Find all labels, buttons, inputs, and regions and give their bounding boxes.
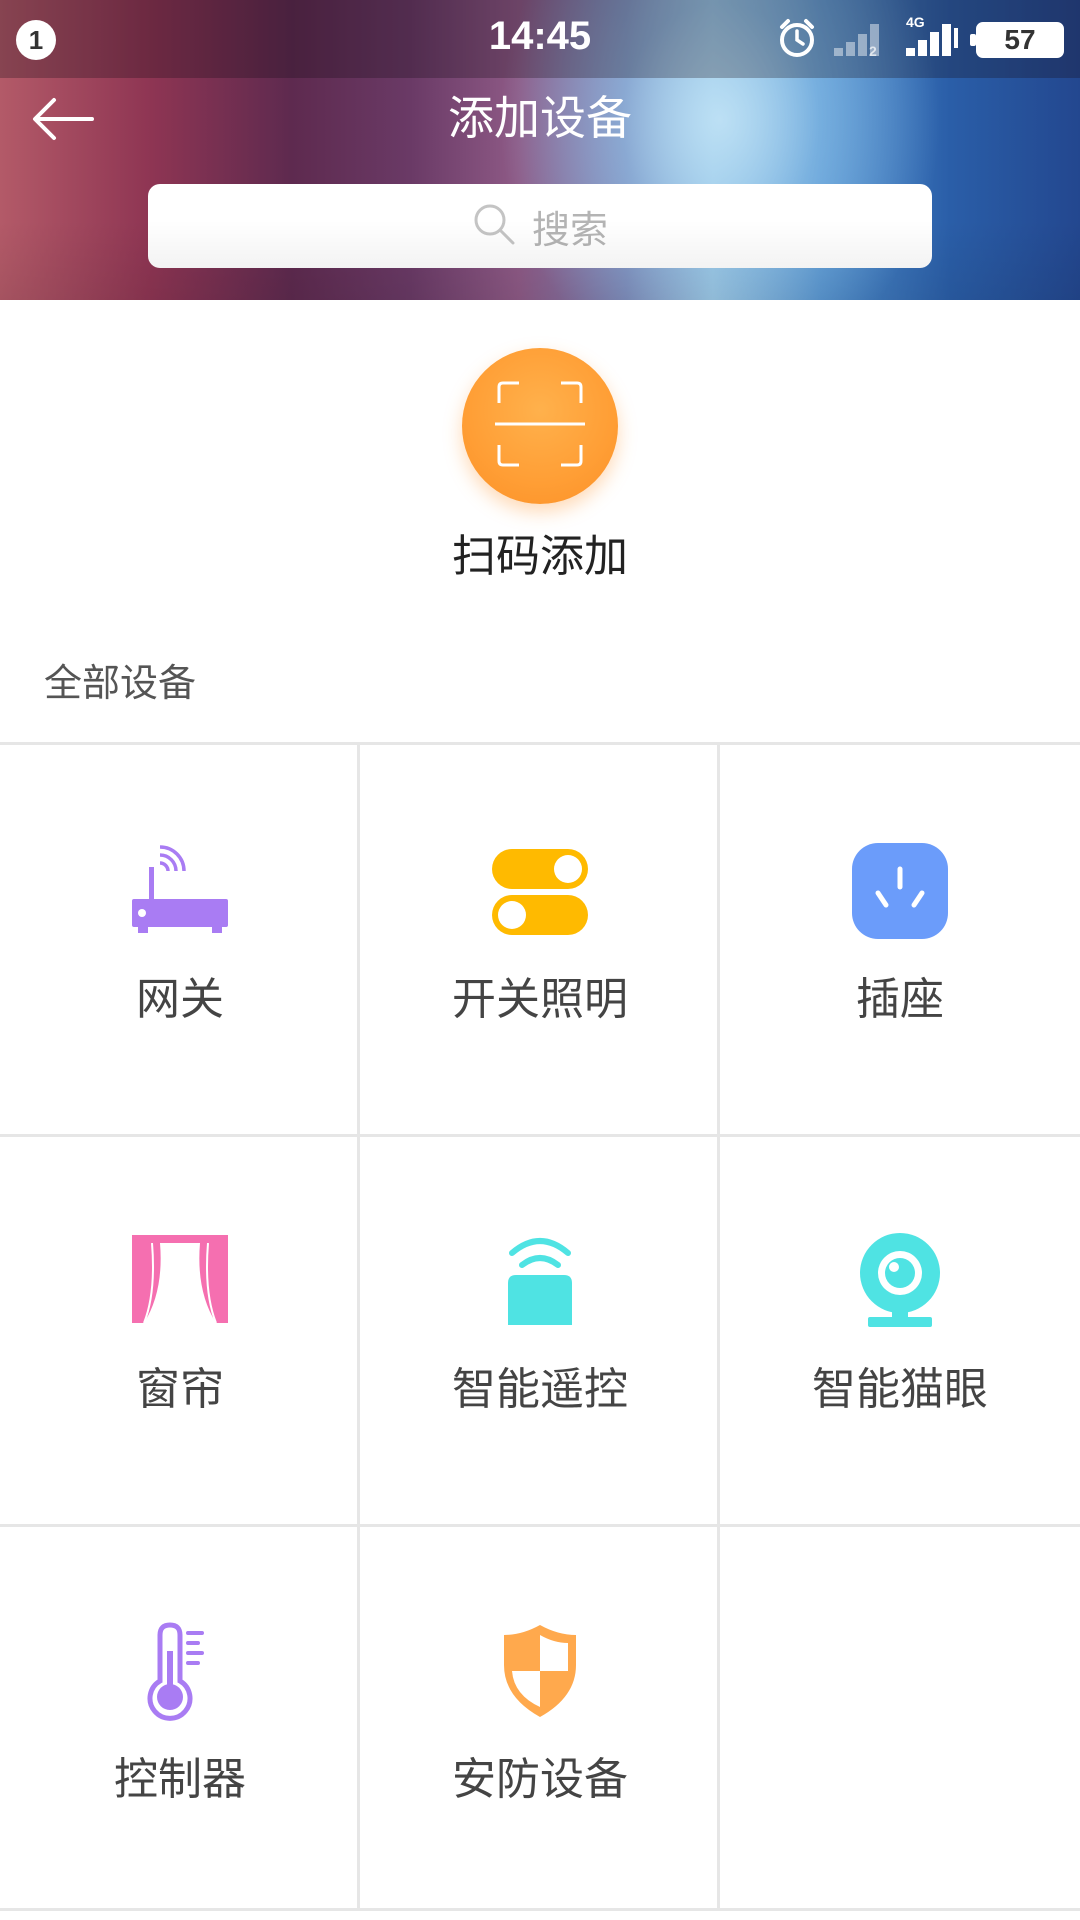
device-label: 智能猫眼	[812, 1364, 988, 1415]
webcam-icon	[850, 1231, 950, 1331]
scan-add-button[interactable]	[462, 348, 618, 504]
device-label: 安防设备	[452, 1754, 628, 1805]
thermometer-icon	[130, 1621, 230, 1721]
device-label: 控制器	[114, 1754, 246, 1805]
curtain-icon	[130, 1231, 230, 1331]
remote-control-icon	[490, 1231, 590, 1331]
device-security[interactable]: 安防设备	[360, 1525, 720, 1915]
alarm-icon	[776, 17, 818, 63]
shield-icon	[490, 1621, 590, 1721]
device-controller[interactable]: 控制器	[0, 1525, 360, 1915]
svg-text:2: 2	[869, 43, 877, 58]
router-icon	[130, 841, 230, 941]
battery-icon: 57	[970, 22, 1064, 58]
device-label: 网关	[136, 974, 224, 1025]
search-input[interactable]: 搜索	[148, 184, 932, 268]
socket-icon	[850, 841, 950, 941]
signal-sim2-icon: 2	[832, 18, 890, 62]
status-bar: 1 14:45 2 4G 57	[0, 0, 1080, 78]
device-label: 开关照明	[452, 974, 628, 1025]
signal-4g-icon: 4G	[904, 14, 962, 62]
scan-icon	[495, 379, 585, 473]
toggle-switch-icon	[490, 841, 590, 941]
network-type-label: 4G	[906, 14, 925, 30]
device-label: 窗帘	[136, 1364, 224, 1415]
device-switch-lighting[interactable]: 开关照明	[360, 745, 720, 1135]
device-curtain[interactable]: 窗帘	[0, 1135, 360, 1525]
device-smart-peephole[interactable]: 智能猫眼	[720, 1135, 1080, 1525]
scan-add-label[interactable]: 扫码添加	[0, 520, 1080, 584]
search-placeholder: 搜索	[531, 207, 608, 252]
device-socket[interactable]: 插座	[720, 745, 1080, 1135]
page-title: 添加设备	[448, 91, 632, 145]
device-gateway[interactable]: 网关	[0, 745, 360, 1135]
device-grid: 网关 开关照明 插座 窗帘 智能遥控 智能猫眼 控制器 安防设备	[0, 742, 1080, 1911]
app-header: 1 14:45 2 4G 57 添加设备 搜索	[0, 0, 1080, 300]
device-smart-remote[interactable]: 智能遥控	[360, 1135, 720, 1525]
device-label: 智能遥控	[452, 1364, 628, 1415]
status-icons: 2 4G 57	[776, 14, 1064, 64]
device-label: 插座	[856, 974, 944, 1025]
section-title: 全部设备	[44, 661, 197, 705]
search-icon	[472, 202, 516, 250]
